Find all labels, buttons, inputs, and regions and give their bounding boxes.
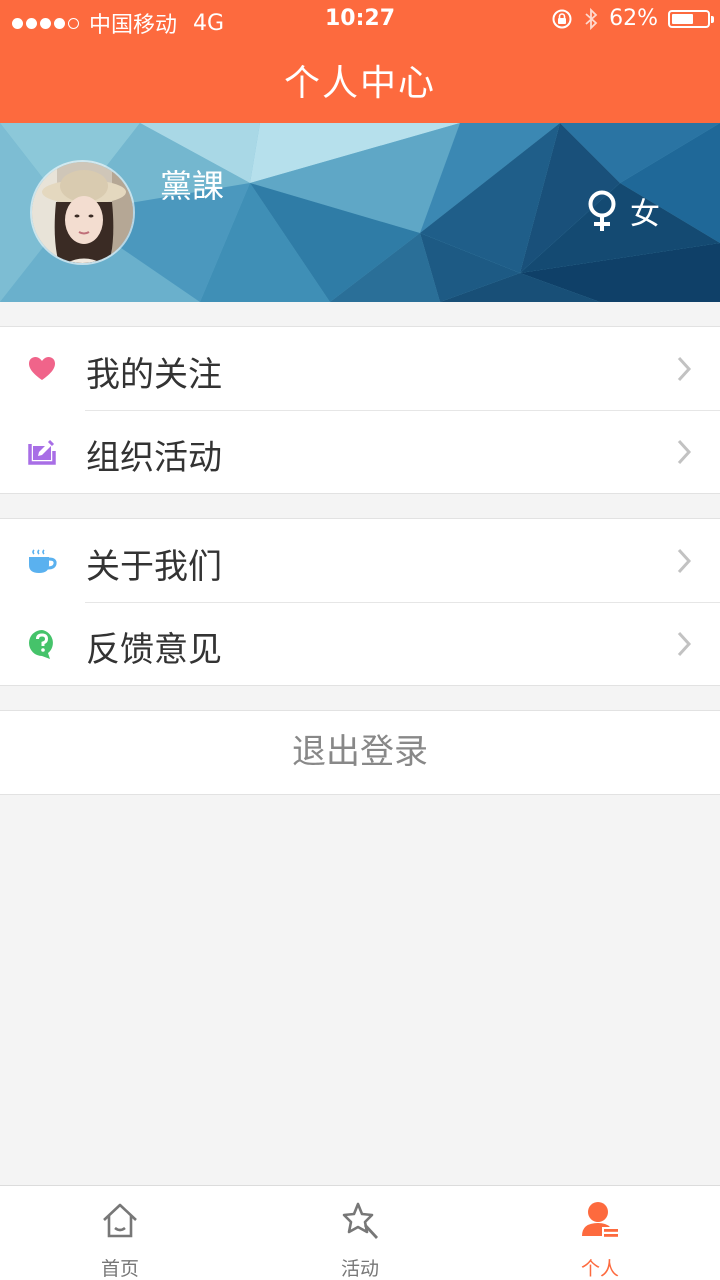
battery-percent: 62% — [609, 6, 658, 31]
rotation-lock-icon — [552, 9, 572, 28]
menu-item-label: 组织活动 — [86, 438, 222, 478]
tab-personal[interactable]: 个人 — [480, 1186, 720, 1280]
coffee-cup-icon — [29, 549, 57, 573]
menu-item-feedback[interactable]: 反馈意见 — [0, 602, 720, 685]
battery-icon — [668, 9, 714, 28]
tab-activity[interactable]: 活动 — [240, 1186, 480, 1280]
profile-screen: 中国移动 4G 10:27 62% 个人中心 黨課 女 我的关注 组织活动 关于… — [0, 0, 720, 1280]
gender-label: 女 — [630, 197, 660, 232]
bluetooth-icon — [585, 7, 598, 30]
gender-info: 女 — [586, 189, 660, 233]
logout-button[interactable]: 退出登录 — [0, 710, 720, 795]
menu-item-about-us[interactable]: 关于我们 — [0, 519, 720, 602]
chevron-right-icon — [677, 548, 692, 574]
tab-label: 个人 — [580, 1258, 619, 1280]
top-bar: 中国移动 4G 10:27 62% 个人中心 — [0, 0, 720, 123]
heart-icon — [29, 357, 55, 380]
avatar[interactable] — [30, 160, 135, 265]
page-title: 个人中心 — [283, 63, 436, 104]
female-symbol-icon — [588, 190, 616, 231]
person-icon — [582, 1202, 618, 1237]
home-icon — [103, 1203, 137, 1238]
menu-item-label: 反馈意见 — [86, 630, 222, 670]
menu-group-primary: 我的关注 组织活动 — [0, 326, 720, 494]
menu-item-label: 关于我们 — [86, 547, 222, 587]
tab-label: 首页 — [100, 1258, 139, 1280]
menu-item-my-follows[interactable]: 我的关注 — [0, 327, 720, 410]
chevron-right-icon — [677, 439, 692, 465]
chevron-right-icon — [677, 356, 692, 382]
question-bubble-icon — [29, 630, 53, 659]
edit-icon — [28, 439, 56, 465]
chevron-right-icon — [677, 631, 692, 657]
username: 黨課 — [160, 167, 225, 205]
star-activity-icon — [342, 1202, 379, 1239]
tab-home[interactable]: 首页 — [0, 1186, 240, 1280]
status-bar: 中国移动 4G 10:27 62% — [0, 0, 720, 40]
tab-bar: 首页 活动 个人 — [0, 1185, 720, 1280]
menu-group-secondary: 关于我们 反馈意见 — [0, 518, 720, 686]
profile-banner: 黨課 女 — [0, 123, 720, 302]
menu-item-label: 我的关注 — [86, 355, 222, 395]
menu-item-organize-activity[interactable]: 组织活动 — [0, 410, 720, 493]
tab-label: 活动 — [340, 1258, 379, 1280]
